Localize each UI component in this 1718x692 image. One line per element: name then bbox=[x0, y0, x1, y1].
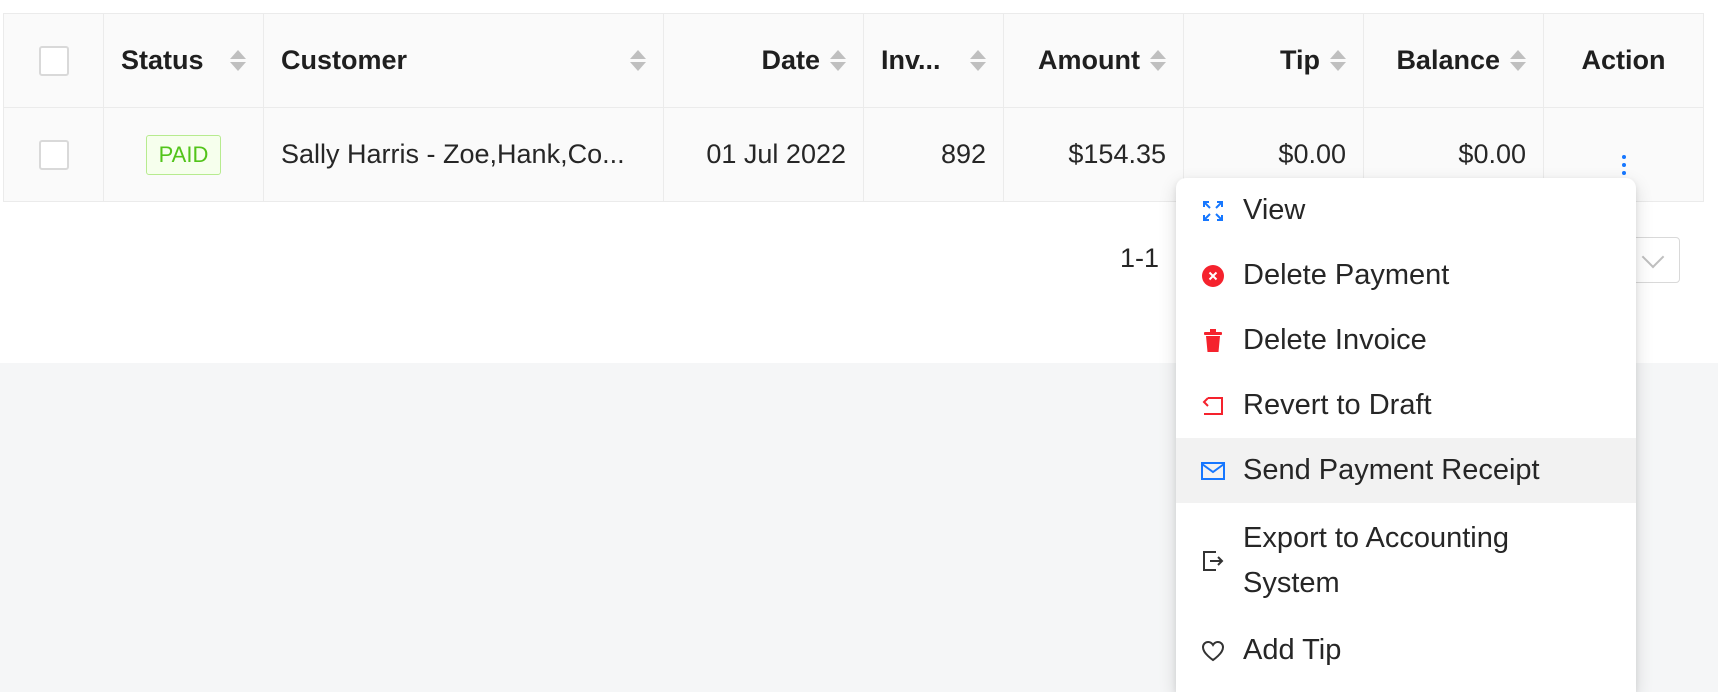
column-header-invoice[interactable]: Inv... bbox=[863, 13, 1004, 108]
row-checkbox[interactable] bbox=[38, 139, 69, 170]
close-circle-icon bbox=[1200, 263, 1226, 289]
column-header-action: Action bbox=[1543, 13, 1704, 108]
expand-icon bbox=[1200, 198, 1226, 224]
revert-icon bbox=[1200, 393, 1226, 419]
menu-item-label: Delete Invoice bbox=[1243, 324, 1427, 356]
column-title-tip: Tip bbox=[1280, 45, 1320, 75]
column-title-customer: Customer bbox=[281, 45, 408, 75]
status-cell: PAID bbox=[103, 107, 264, 202]
sort-icon[interactable] bbox=[230, 50, 246, 71]
column-title-balance: Balance bbox=[1396, 45, 1500, 75]
pagination-range: 1-1 bbox=[1120, 243, 1160, 273]
column-header-tip[interactable]: Tip bbox=[1183, 13, 1364, 108]
column-title-invoice: Inv... bbox=[881, 45, 941, 75]
row-select-cell bbox=[3, 107, 104, 202]
mail-icon bbox=[1200, 458, 1226, 484]
amount-cell: $154.35 bbox=[1003, 107, 1184, 202]
sort-icon[interactable] bbox=[970, 50, 986, 71]
menu-item-label: View bbox=[1243, 194, 1306, 226]
select-all-cell bbox=[3, 13, 104, 108]
column-header-balance[interactable]: Balance bbox=[1363, 13, 1544, 108]
date-cell: 01 Jul 2022 bbox=[663, 107, 864, 202]
sort-icon[interactable] bbox=[1330, 50, 1346, 71]
column-header-amount[interactable]: Amount bbox=[1003, 13, 1184, 108]
column-header-customer[interactable]: Customer bbox=[263, 13, 664, 108]
menu-item-label: Delete Payment bbox=[1243, 259, 1450, 291]
sort-icon[interactable] bbox=[1510, 50, 1526, 71]
menu-item-export-to-accounting[interactable]: Export to Accounting System bbox=[1176, 503, 1636, 618]
column-title-amount: Amount bbox=[1038, 45, 1140, 75]
sort-icon[interactable] bbox=[630, 50, 646, 71]
column-title-action: Action bbox=[1581, 45, 1666, 75]
action-dropdown-menu: View Delete Payment Delete Invoice Rever… bbox=[1176, 178, 1636, 692]
export-icon bbox=[1200, 548, 1226, 574]
menu-item-label: Add Tip bbox=[1243, 634, 1342, 666]
payments-table: Status Customer Date Inv... Amount Tip B… bbox=[3, 13, 1704, 202]
more-actions-icon[interactable] bbox=[1621, 154, 1626, 175]
sort-icon[interactable] bbox=[830, 50, 846, 71]
menu-item-send-payment-receipt[interactable]: Send Payment Receipt bbox=[1176, 438, 1636, 503]
menu-item-view[interactable]: View bbox=[1176, 178, 1636, 243]
invoice-cell: 892 bbox=[863, 107, 1004, 202]
menu-item-add-tip[interactable]: Add Tip bbox=[1176, 618, 1636, 683]
menu-item-label: Revert to Draft bbox=[1243, 389, 1432, 421]
menu-item-label: Send Payment Receipt bbox=[1243, 454, 1540, 486]
sort-icon[interactable] bbox=[1150, 50, 1166, 71]
select-all-checkbox[interactable] bbox=[38, 45, 69, 76]
column-header-status[interactable]: Status bbox=[103, 13, 264, 108]
menu-item-delete-invoice[interactable]: Delete Invoice bbox=[1176, 308, 1636, 373]
column-title-status: Status bbox=[121, 45, 204, 75]
chevron-down-icon bbox=[1641, 245, 1665, 269]
menu-item-label: Export to Accounting System bbox=[1243, 521, 1509, 599]
heart-icon bbox=[1200, 638, 1226, 664]
customer-cell: Sally Harris - Zoe,Hank,Co... bbox=[263, 107, 664, 202]
status-badge: PAID bbox=[145, 134, 222, 175]
column-header-date[interactable]: Date bbox=[663, 13, 864, 108]
menu-item-delete-payment[interactable]: Delete Payment bbox=[1176, 243, 1636, 308]
table-header-row: Status Customer Date Inv... Amount Tip B… bbox=[3, 13, 1704, 108]
column-title-date: Date bbox=[761, 45, 820, 75]
menu-item-revert-to-draft[interactable]: Revert to Draft bbox=[1176, 373, 1636, 438]
trash-icon bbox=[1200, 328, 1226, 354]
